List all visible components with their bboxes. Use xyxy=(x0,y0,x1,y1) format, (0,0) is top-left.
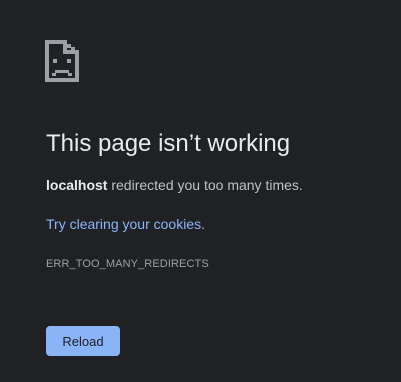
suggestion-suffix: . xyxy=(201,216,205,232)
description-text: redirected you too many times. xyxy=(107,177,303,193)
host-name: localhost xyxy=(46,177,108,193)
error-code: ERR_TOO_MANY_REDIRECTS xyxy=(46,258,209,270)
suggestion: Try clearing your cookies. xyxy=(46,216,205,232)
page-title: This page isn’t working xyxy=(46,130,291,157)
reload-button[interactable]: Reload xyxy=(46,326,120,356)
error-description: localhost redirected you too many times. xyxy=(46,177,303,193)
clear-cookies-link[interactable]: Try clearing your cookies xyxy=(46,216,201,232)
sad-page-icon xyxy=(45,40,79,82)
